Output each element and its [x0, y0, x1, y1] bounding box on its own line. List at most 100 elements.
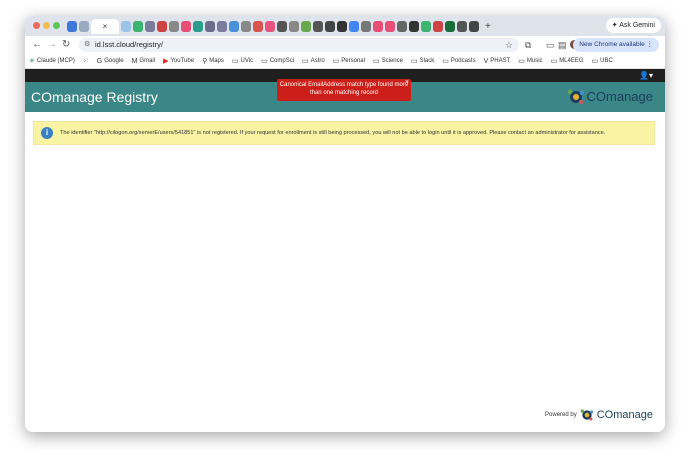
bookmark-label: ML4EEG: [559, 58, 584, 64]
bookmark-item[interactable]: G Google: [97, 58, 124, 65]
bookmark-item[interactable]: ▭ Podcasts: [442, 57, 475, 65]
bookmark-item[interactable]: ▶ YouTube: [163, 57, 194, 65]
bookmarks-bar: ✳ Claude (MCP) ⁙ G Google M Gmail ▶ YouTube ⚲ Maps…: [25, 54, 665, 69]
tab-favicon[interactable]: [361, 21, 371, 32]
bookmark-item[interactable]: V PHAST: [484, 58, 511, 65]
tab-favicon[interactable]: [181, 21, 191, 32]
folder-icon: ▭: [372, 58, 380, 65]
apps-grid-icon: ⁙: [82, 58, 89, 65]
bookmark-item[interactable]: ⚲ Maps: [202, 57, 224, 65]
tab-favicon[interactable]: [133, 21, 143, 32]
bookmark-item[interactable]: ▭ Astro: [302, 57, 325, 65]
tab-favicon[interactable]: [457, 21, 467, 32]
tab-favicon[interactable]: [67, 21, 77, 32]
address-bar[interactable]: ⚙ id.lsst.cloud/registry/ ☆: [79, 38, 519, 52]
reload-icon[interactable]: ↻: [62, 38, 70, 52]
downloads-icon[interactable]: ▤: [558, 38, 567, 52]
more-options-icon: ⋮: [646, 41, 654, 48]
active-tab[interactable]: ×: [91, 19, 119, 34]
app-title[interactable]: COmanage Registry: [31, 82, 158, 112]
tab-favicon[interactable]: [145, 21, 155, 32]
info-notice: i The identifier "http://cilogon.org/ser…: [33, 121, 655, 145]
bookmark-label: YouTube: [170, 58, 195, 64]
folder-icon: ▭: [261, 58, 268, 65]
folder-icon: ▭: [332, 58, 340, 65]
tab-favicon[interactable]: [325, 21, 335, 32]
back-arrow-icon[interactable]: ←: [32, 38, 42, 52]
tab-favicon[interactable]: [253, 21, 263, 32]
close-window-button[interactable]: [33, 22, 40, 29]
gmail-icon: M: [131, 57, 138, 65]
flash-close-icon[interactable]: ×: [405, 79, 409, 87]
close-icon[interactable]: ×: [103, 22, 108, 31]
comanage-logo[interactable]: COmanage: [567, 88, 653, 106]
comanage-gear-icon: [567, 89, 584, 104]
bookmark-label: Slack: [419, 58, 435, 64]
bookmark-item[interactable]: ▭ UVic: [232, 57, 253, 65]
tab-favicon[interactable]: [385, 21, 395, 32]
tab-favicon[interactable]: [337, 21, 347, 32]
web-page: 👤▾ COmanage Registry COmanage Canonical …: [25, 69, 665, 432]
bookmark-item[interactable]: ▭ ML4EEG: [551, 57, 584, 65]
bookmark-label: Science: [381, 58, 403, 64]
tab-favicon[interactable]: [373, 21, 383, 32]
tab-favicon[interactable]: [397, 21, 407, 32]
tab-favicon[interactable]: [301, 21, 311, 32]
bookmark-label: Personal: [341, 58, 365, 64]
folder-icon: ▭: [591, 58, 599, 65]
user-menu-icon[interactable]: 👤▾: [639, 70, 653, 81]
tab-favicon[interactable]: [289, 21, 299, 32]
folder-icon: ▭: [302, 58, 309, 65]
bookmark-item[interactable]: M Gmail: [132, 58, 156, 65]
tab-favicon[interactable]: [265, 21, 275, 32]
tab-favicon[interactable]: [205, 21, 215, 32]
bookmark-label: UVic: [240, 58, 254, 64]
tab-favicon[interactable]: [409, 21, 419, 32]
tab-favicon[interactable]: [121, 21, 131, 32]
tab-favicon[interactable]: [445, 21, 455, 32]
tab-favicon[interactable]: [229, 21, 239, 32]
new-tab-button[interactable]: +: [485, 19, 491, 34]
bookmark-label: Google: [104, 58, 124, 64]
minimize-window-button[interactable]: [43, 22, 50, 29]
ask-gemini-button[interactable]: ✦ Ask Gemini: [605, 18, 661, 33]
info-icon: i: [41, 127, 53, 139]
tab-favicon[interactable]: [277, 21, 287, 32]
tab-list: × +: [67, 19, 491, 34]
tab-favicon[interactable]: [157, 21, 167, 32]
tab-search-icon[interactable]: ▭: [546, 38, 555, 52]
footer-logo-text[interactable]: COmanage: [597, 406, 653, 424]
folder-icon: ▭: [550, 58, 558, 65]
tab-favicon[interactable]: [421, 21, 431, 32]
youtube-icon: ▶: [163, 58, 169, 65]
bookmark-item[interactable]: ▭ CompSci: [261, 57, 294, 65]
bookmark-label: Claude (MCP): [36, 58, 75, 64]
bookmark-item[interactable]: ⁙: [83, 57, 89, 65]
bookmark-label: UBC: [600, 58, 613, 64]
bookmark-item[interactable]: ▭ UBC: [592, 57, 613, 65]
forward-arrow-icon[interactable]: →: [47, 38, 57, 52]
tab-strip: × + ✦ Ask Gemini: [25, 16, 665, 36]
tab-favicon[interactable]: [469, 21, 479, 32]
zoom-window-button[interactable]: [53, 22, 60, 29]
new-chrome-available-button[interactable]: New Chrome available ⋮: [573, 38, 659, 52]
tab-favicon[interactable]: [433, 21, 443, 32]
bookmark-item[interactable]: ▭ Science: [373, 57, 403, 65]
bookmark-star-icon[interactable]: ☆: [505, 38, 513, 52]
tab-favicon[interactable]: [169, 21, 179, 32]
tab-favicon[interactable]: [79, 21, 89, 32]
bookmark-item[interactable]: ✳ Claude (MCP): [29, 57, 75, 65]
tab-favicon[interactable]: [349, 21, 359, 32]
google-icon: G: [96, 57, 103, 65]
tab-favicon[interactable]: [313, 21, 323, 32]
tab-favicon[interactable]: [241, 21, 251, 32]
folder-icon: ▭: [518, 58, 525, 65]
bookmark-item[interactable]: ▭ Personal: [333, 57, 365, 65]
bookmark-item[interactable]: ▭ Music: [518, 57, 542, 65]
bookmark-item[interactable]: ▭ Slack: [411, 57, 434, 65]
site-info-icon[interactable]: ⚙: [84, 38, 90, 52]
tab-favicon[interactable]: [217, 21, 227, 32]
tab-favicon[interactable]: [193, 21, 203, 32]
extensions-icon[interactable]: ⧉: [525, 38, 531, 52]
bookmark-label: Astro: [310, 58, 325, 64]
